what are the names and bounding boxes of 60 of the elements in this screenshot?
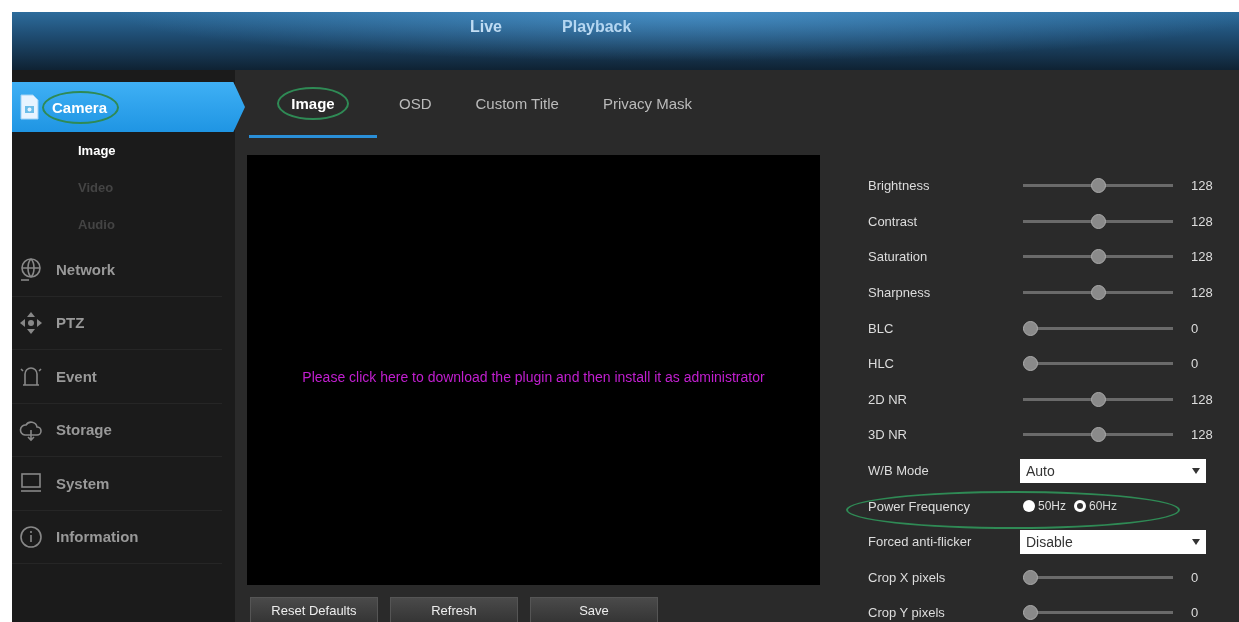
slider-thumb[interactable]: [1090, 249, 1106, 265]
sidebar-item[interactable]: PTZ: [12, 296, 222, 350]
slider-thumb[interactable]: [1023, 569, 1038, 585]
caret-icon: [1192, 467, 1200, 474]
setting-value: 128: [1190, 427, 1214, 443]
nav-link[interactable]: Live: [440, 12, 532, 42]
setting-label: 2D NR: [868, 391, 907, 407]
slider-thumb[interactable]: [1023, 356, 1038, 372]
plugin-download-link[interactable]: Please click here to download the plugin and then install it as administrator: [298, 368, 769, 404]
tab[interactable]: Privacy Mask: [580, 70, 715, 138]
slider-thumb[interactable]: [1023, 320, 1038, 336]
setting-label: Power Frequency: [868, 498, 970, 514]
sidebar-subitem[interactable]: Image: [12, 132, 235, 169]
slider-thumb[interactable]: [1023, 605, 1038, 621]
info-icon: [18, 523, 44, 550]
tab[interactable]: Custom Title: [453, 70, 581, 138]
globe-icon: [18, 256, 44, 283]
action-button[interactable]: Refresh: [390, 597, 518, 622]
slider-thumb[interactable]: [1090, 391, 1106, 407]
slider-thumb[interactable]: [1090, 213, 1106, 229]
slider-thumb[interactable]: [1090, 427, 1106, 443]
dropdown[interactable]: Disable: [1020, 529, 1206, 554]
radio-button[interactable]: [1074, 500, 1086, 513]
setting-label: W/B Mode: [868, 463, 929, 479]
sidebar-item[interactable]: Event: [12, 350, 222, 404]
setting-value: 128: [1190, 178, 1214, 194]
radio-label: 50Hz: [1038, 499, 1066, 514]
setting-label: Saturation: [868, 249, 928, 265]
setting-value: 0: [1190, 356, 1200, 372]
action-button[interactable]: Save: [530, 597, 658, 622]
setting-label: Brightness: [868, 178, 930, 194]
tab[interactable]: OSD: [377, 70, 454, 138]
setting-label: BLC: [868, 320, 894, 336]
action-button[interactable]: Reset Defaults: [250, 597, 378, 622]
setting-label: HLC: [868, 356, 894, 372]
slider-thumb[interactable]: [1090, 178, 1106, 194]
setting-label: 3D NR: [868, 427, 907, 443]
dropdown[interactable]: Auto: [1020, 458, 1206, 483]
setting-value: 0: [1190, 605, 1200, 621]
sidebar-item[interactable]: Information: [12, 510, 222, 564]
radio-label: 60Hz: [1089, 499, 1118, 514]
setting-label: Crop X pixels: [868, 569, 946, 585]
setting-value: 0: [1190, 320, 1200, 336]
setting-value: 0: [1190, 569, 1200, 585]
sidebar-item[interactable]: Storage: [12, 403, 222, 457]
caret-icon: [1192, 538, 1200, 545]
tab[interactable]: Image: [249, 70, 377, 138]
slider-thumb[interactable]: [1090, 285, 1106, 301]
setting-value: 128: [1190, 285, 1214, 301]
sidebar-item[interactable]: Network: [12, 243, 222, 297]
setting-label: Crop Y pixels: [868, 605, 945, 621]
setting-value: 128: [1190, 249, 1214, 265]
radio-button[interactable]: [1023, 500, 1035, 513]
setting-label: Forced anti-flicker: [868, 534, 972, 550]
sidebar-item[interactable]: System: [12, 457, 222, 511]
setting-value: 128: [1190, 391, 1214, 407]
setting-value: 128: [1190, 213, 1214, 229]
setting-label: Sharpness: [868, 285, 931, 301]
nav-link[interactable]: Playback: [532, 12, 662, 42]
setting-label: Contrast: [868, 213, 918, 229]
